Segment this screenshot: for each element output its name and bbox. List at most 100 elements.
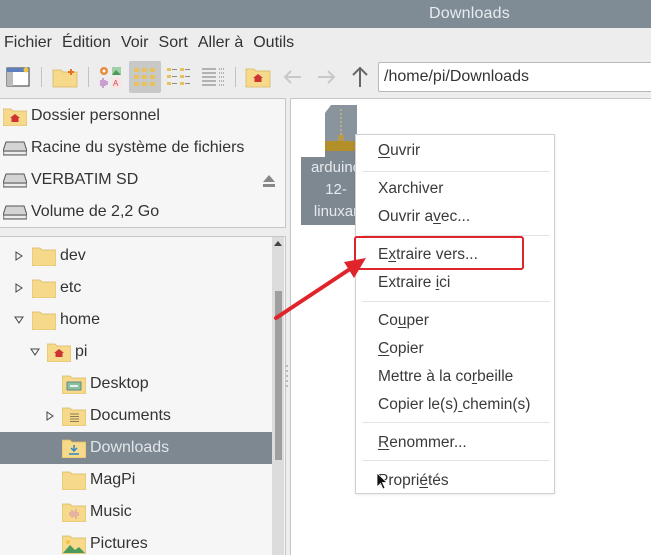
tree-item-documents[interactable]: Documents bbox=[0, 400, 272, 432]
menu-item-copier[interactable]: Copier bbox=[378, 337, 424, 361]
up-button[interactable] bbox=[346, 63, 374, 91]
music-folder-icon bbox=[62, 503, 86, 522]
back-button[interactable] bbox=[279, 63, 307, 91]
title-bar: Downloads bbox=[0, 0, 651, 28]
menu-item-ouvrir[interactable]: Ouvrir bbox=[378, 139, 420, 163]
mouse-cursor-icon bbox=[376, 472, 388, 490]
place-label: Dossier personnel bbox=[31, 107, 160, 124]
menu-edition[interactable]: Édition bbox=[62, 34, 111, 52]
new-folder-button[interactable] bbox=[51, 63, 79, 91]
menu-item-xarchiver[interactable]: Xarchiver bbox=[378, 177, 443, 201]
menu-item-proprietes[interactable]: Propriétés bbox=[378, 469, 449, 493]
pane-resize-handle[interactable] bbox=[286, 365, 289, 391]
svg-text:A: A bbox=[113, 79, 119, 88]
tree-item-pi[interactable]: pi bbox=[0, 336, 272, 368]
tree-item-etc[interactable]: etc bbox=[0, 272, 272, 304]
new-window-button[interactable] bbox=[4, 63, 32, 91]
menu-separator bbox=[362, 171, 550, 172]
tree-item-dev[interactable]: dev bbox=[0, 240, 272, 272]
home-folder-icon bbox=[245, 68, 271, 88]
mnemonic-char: u bbox=[397, 312, 407, 329]
mnemonic-char bbox=[458, 396, 462, 413]
downloads-folder-icon bbox=[62, 439, 86, 458]
mnemonic-char: v bbox=[433, 208, 441, 225]
place-volume[interactable]: Volume de 2,2 Go bbox=[0, 198, 286, 226]
directory-tree: dev etc home pi Desktop Documents Downlo… bbox=[0, 236, 286, 555]
mnemonic-char: R bbox=[378, 434, 390, 451]
home-folder-icon bbox=[47, 343, 71, 362]
forward-arrow-icon bbox=[318, 70, 336, 84]
expander-collapsed-icon[interactable] bbox=[45, 411, 55, 421]
tree-label: Desktop bbox=[90, 375, 149, 392]
scrollbar-thumb[interactable] bbox=[275, 291, 282, 460]
desktop-folder-icon bbox=[62, 375, 86, 394]
tree-label: Downloads bbox=[90, 439, 170, 456]
home-button[interactable] bbox=[244, 63, 272, 91]
path-input[interactable]: /home/pi/Downloads bbox=[378, 62, 651, 92]
eject-icon[interactable] bbox=[262, 174, 276, 188]
mnemonic-char: O bbox=[378, 142, 391, 159]
window-title: Downloads bbox=[429, 5, 510, 22]
tree-label: Pictures bbox=[90, 535, 148, 552]
back-arrow-icon bbox=[283, 70, 301, 84]
detailed-list-view-icon bbox=[202, 68, 224, 86]
menu-item-couper[interactable]: Couper bbox=[378, 309, 429, 333]
context-menu: Ouvrir Xarchiver Ouvrir avec... Extraire… bbox=[355, 134, 555, 494]
mnemonic-char: x bbox=[388, 246, 397, 263]
compact-view-button[interactable] bbox=[165, 63, 193, 91]
folder-icon bbox=[32, 311, 56, 330]
place-verbatim-sd[interactable]: VERBATIM SD bbox=[0, 166, 286, 194]
thumbnail-view-button[interactable]: A bbox=[97, 63, 125, 91]
tree-item-desktop[interactable]: Desktop bbox=[0, 368, 272, 400]
place-label: VERBATIM SD bbox=[31, 171, 139, 188]
menu-voir[interactable]: Voir bbox=[121, 34, 149, 52]
tree-item-home[interactable]: home bbox=[0, 304, 272, 336]
tree-item-downloads[interactable]: Downloads bbox=[0, 432, 272, 464]
mnemonic-char: é bbox=[419, 472, 428, 489]
menu-item-copier-chemins[interactable]: Copier le(s) chemin(s) bbox=[378, 393, 530, 417]
mnemonic-char: C bbox=[378, 340, 390, 357]
pictures-folder-icon bbox=[62, 535, 86, 554]
folder-icon bbox=[32, 279, 56, 298]
expander-expanded-icon[interactable] bbox=[14, 315, 24, 325]
tree-item-pictures[interactable]: Pictures bbox=[0, 528, 272, 555]
thumbnail-view-icon: A bbox=[100, 67, 121, 88]
tree-item-music[interactable]: Music bbox=[0, 496, 272, 528]
tree-label: home bbox=[60, 311, 101, 328]
menu-item-extraire-vers[interactable]: Extraire vers... bbox=[378, 243, 478, 267]
menu-item-ouvrir-avec[interactable]: Ouvrir avec... bbox=[378, 205, 470, 229]
folder-icon bbox=[32, 247, 56, 266]
toolbar-separator bbox=[235, 67, 236, 87]
scroll-up-icon[interactable] bbox=[274, 241, 282, 246]
new-window-icon bbox=[6, 67, 30, 87]
expander-collapsed-icon[interactable] bbox=[14, 283, 24, 293]
menu-outils[interactable]: Outils bbox=[253, 34, 294, 52]
menu-fichier[interactable]: Fichier bbox=[4, 34, 52, 52]
tree-label: Documents bbox=[90, 407, 171, 424]
icon-view-button[interactable] bbox=[129, 61, 161, 93]
tree-item-magpi[interactable]: MagPi bbox=[0, 464, 272, 496]
drive-icon bbox=[3, 141, 27, 156]
menu-item-mettre-corbeille[interactable]: Mettre à la corbeille bbox=[378, 365, 513, 389]
expander-expanded-icon[interactable] bbox=[30, 347, 40, 357]
tree-label: pi bbox=[75, 343, 88, 360]
menu-sort[interactable]: Sort bbox=[159, 34, 188, 52]
forward-button[interactable] bbox=[312, 63, 340, 91]
documents-folder-icon bbox=[62, 407, 86, 426]
menu-item-renommer[interactable]: Renommer... bbox=[378, 431, 467, 455]
menu-aller-a[interactable]: Aller à bbox=[198, 34, 243, 52]
expander-collapsed-icon[interactable] bbox=[14, 251, 24, 261]
menu-separator bbox=[362, 460, 550, 461]
up-arrow-icon bbox=[352, 66, 368, 87]
tree-scrollbar[interactable] bbox=[272, 237, 284, 555]
tree-label: MagPi bbox=[90, 471, 136, 488]
drive-icon bbox=[3, 205, 27, 220]
drive-icon bbox=[3, 173, 27, 188]
compact-view-icon bbox=[167, 68, 190, 85]
menu-separator bbox=[362, 235, 550, 236]
folder-icon bbox=[62, 471, 86, 490]
menu-item-extraire-ici[interactable]: Extraire ici bbox=[378, 271, 450, 295]
detailed-list-view-button[interactable] bbox=[199, 63, 227, 91]
place-dossier-personnel[interactable]: Dossier personnel bbox=[0, 102, 286, 130]
place-racine[interactable]: Racine du système de fichiers bbox=[0, 134, 286, 162]
